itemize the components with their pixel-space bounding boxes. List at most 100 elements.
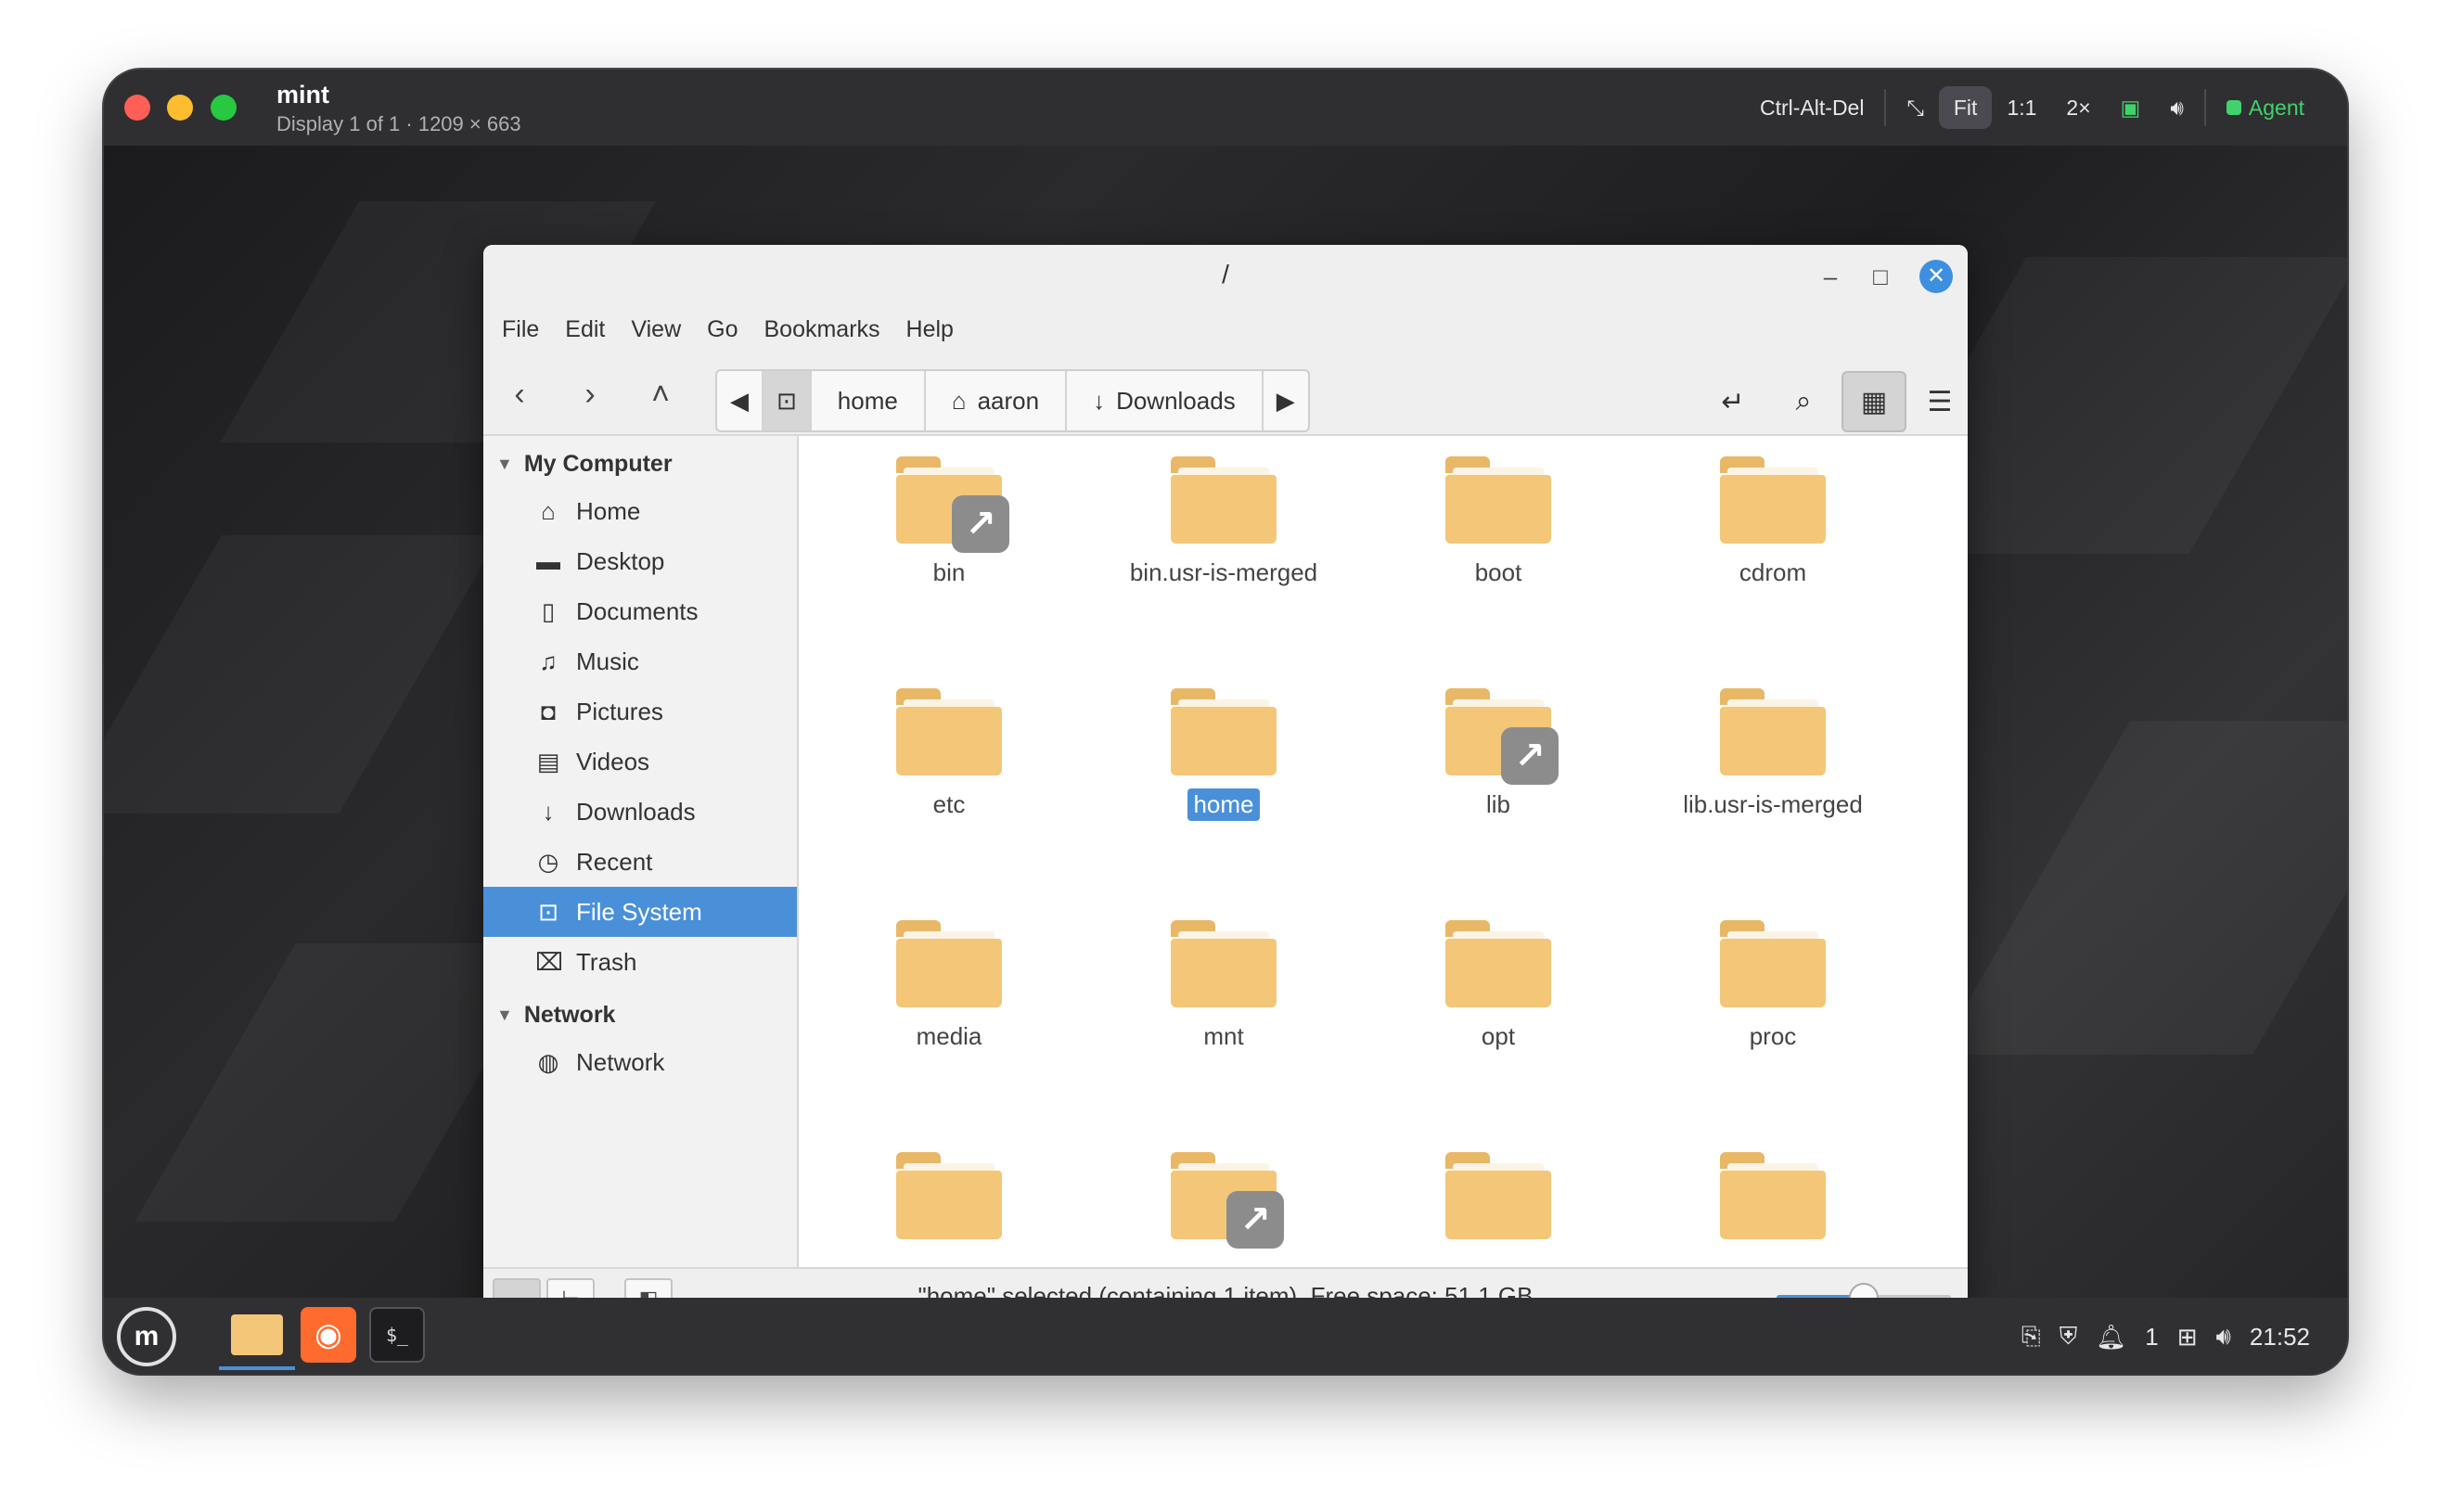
- menu-bookmarks[interactable]: Bookmarks: [751, 316, 893, 343]
- file-item[interactable]: [1936, 1152, 1968, 1256]
- file-name: cdrom: [1739, 558, 1807, 586]
- notification-count: 1: [2145, 1322, 2159, 1351]
- vm-name: mint: [276, 81, 329, 109]
- sidebar-item[interactable]: ▯ Documents: [483, 586, 797, 636]
- clock[interactable]: 21:52: [2250, 1323, 2310, 1352]
- sidebar-section-header[interactable]: ▼ My Computer: [496, 451, 673, 478]
- file-item[interactable]: media: [838, 920, 1060, 1053]
- file-item[interactable]: [1662, 1152, 1884, 1256]
- audio-button[interactable]: 🔊︎: [2155, 86, 2199, 129]
- fit-button[interactable]: Fit: [1938, 86, 1993, 129]
- sidebar-item[interactable]: ▬ Desktop: [483, 536, 797, 586]
- speaker-icon: 🔊︎: [2170, 95, 2184, 120]
- sidebar-item-label: Videos: [576, 747, 650, 775]
- file-item[interactable]: dev: [1936, 456, 1968, 589]
- sidebar-section-header[interactable]: ▼ Network: [496, 1002, 615, 1029]
- icon-view-button[interactable]: ▦: [1841, 371, 1906, 432]
- menu-help[interactable]: Help: [893, 316, 967, 343]
- file-name: mnt: [1203, 1022, 1244, 1050]
- expand-icon: ⤡: [1906, 95, 1924, 120]
- symlink-arrow-icon: ↗: [952, 495, 1009, 553]
- taskbar-files[interactable]: [219, 1303, 295, 1370]
- file-item[interactable]: home: [1112, 688, 1335, 821]
- fullscreen-button[interactable]: ⤡: [1892, 86, 1938, 129]
- breadcrumb-downloads[interactable]: ↓ Downloads: [1067, 371, 1264, 430]
- vm-viewer-window: mint Display 1 of 1 · 1209 × 663 Ctrl-Al…: [104, 70, 2347, 1374]
- notifications-icon[interactable]: 🔔︎: [2096, 1323, 2126, 1352]
- close-button[interactable]: ✕: [1919, 260, 1953, 293]
- file-name: bin: [932, 558, 966, 586]
- file-item[interactable]: bin.usr-is-merged: [1112, 456, 1335, 589]
- vm-toolbar: Ctrl-Alt-Del ⤡ Fit 1:1 2× ▣ 🔊︎ Agent: [1745, 84, 2319, 131]
- file-name: [1493, 1252, 1504, 1256]
- minimize-button[interactable]: –: [1814, 260, 1847, 293]
- drive-icon: ⊡: [538, 897, 558, 926]
- back-button[interactable]: ‹: [496, 373, 543, 416]
- folder-icon: [1720, 1152, 1826, 1239]
- minimize-window-button[interactable]: [167, 95, 193, 121]
- agent-status[interactable]: Agent: [2212, 86, 2319, 129]
- file-item[interactable]: boot: [1387, 456, 1610, 589]
- sidebar-item[interactable]: ◘ Pictures: [483, 686, 797, 737]
- file-grid: ↗ bin bin.usr-is-merged boot cdrom dev etc home…: [801, 436, 1968, 1267]
- clipboard-button[interactable]: ▣: [2106, 86, 2156, 129]
- sidebar-item[interactable]: ◷ Recent: [483, 837, 797, 887]
- maximize-button[interactable]: □: [1864, 260, 1897, 293]
- file-manager-titlebar: / – □ ✕: [483, 245, 1968, 306]
- clipboard-icon[interactable]: ⎘: [2021, 1322, 2041, 1352]
- sidebar-item[interactable]: ▤ Videos: [483, 737, 797, 787]
- sidebar-item[interactable]: ↓ Downloads: [483, 787, 797, 837]
- symlink-arrow-icon: ↗: [1226, 1191, 1284, 1249]
- ctrl-alt-del-button[interactable]: Ctrl-Alt-Del: [1745, 86, 1879, 129]
- globe-icon: ◍: [537, 1047, 559, 1076]
- breadcrumb-root[interactable]: ⊡: [764, 371, 812, 430]
- parent-folder-button[interactable]: ˄: [637, 373, 684, 416]
- menu-go[interactable]: Go: [694, 316, 751, 343]
- file-item[interactable]: opt: [1387, 920, 1610, 1053]
- file-item[interactable]: ↗lib64: [1936, 688, 1968, 821]
- network-icon[interactable]: ⊞: [2177, 1323, 2198, 1352]
- taskbar-terminal[interactable]: $_: [369, 1307, 425, 1363]
- file-item[interactable]: lib.usr-is-merged: [1662, 688, 1884, 821]
- taskbar-firefox[interactable]: ◉: [301, 1307, 356, 1363]
- file-item[interactable]: ↗ bin: [838, 456, 1060, 589]
- file-item[interactable]: ✕root: [1936, 920, 1968, 1053]
- menu-edit[interactable]: Edit: [552, 316, 618, 343]
- file-item[interactable]: mnt: [1112, 920, 1335, 1053]
- one-to-one-button[interactable]: 1:1: [1992, 86, 2051, 129]
- mint-logo-icon: m: [134, 1321, 160, 1352]
- list-view-button[interactable]: ☰: [1914, 371, 1966, 432]
- sidebar-item[interactable]: ⊡ File System: [483, 887, 797, 937]
- file-item[interactable]: ↗ lib: [1387, 688, 1610, 821]
- mint-menu-button[interactable]: m: [117, 1307, 176, 1366]
- close-window-button[interactable]: [124, 95, 150, 121]
- forward-button[interactable]: ›: [567, 373, 613, 416]
- sidebar-item[interactable]: ♫ Music: [483, 636, 797, 686]
- speaker-icon[interactable]: 🔊︎: [2216, 1322, 2231, 1352]
- file-item[interactable]: [838, 1152, 1060, 1256]
- menu-view[interactable]: View: [618, 316, 694, 343]
- menu-file[interactable]: File: [489, 316, 552, 343]
- shield-icon[interactable]: ⛨: [2060, 1322, 2078, 1352]
- breadcrumb-home[interactable]: home: [812, 371, 926, 430]
- window-title: /: [1222, 260, 1229, 288]
- sidebar-item[interactable]: ◍ Network: [483, 1037, 797, 1087]
- file-item[interactable]: ↗: [1112, 1152, 1335, 1256]
- breadcrumb-scroll-left[interactable]: ◀: [717, 371, 764, 430]
- status-bar: ▬ ⊢ ◧ "home" selected (containing 1 item…: [483, 1267, 1968, 1298]
- file-item[interactable]: cdrom: [1662, 456, 1884, 589]
- breadcrumb-scroll-right[interactable]: ▶: [1264, 371, 1308, 430]
- sidebar-item[interactable]: ⌧ Trash: [483, 937, 797, 987]
- breadcrumb-aaron[interactable]: ⌂ aaron: [926, 371, 1068, 430]
- two-x-button[interactable]: 2×: [2051, 86, 2105, 129]
- chevron-left-icon: ‹: [514, 377, 525, 412]
- toggle-location-entry-button[interactable]: ↵: [1700, 371, 1765, 432]
- toolbar-divider: [1884, 89, 1887, 126]
- file-item[interactable]: etc: [838, 688, 1060, 821]
- maximize-window-button[interactable]: [211, 95, 237, 121]
- file-item[interactable]: [1387, 1152, 1610, 1256]
- file-item[interactable]: proc: [1662, 920, 1884, 1053]
- folder-icon: [1720, 688, 1826, 775]
- search-button[interactable]: ⌕: [1771, 371, 1836, 432]
- sidebar-item[interactable]: ⌂ Home: [483, 486, 797, 536]
